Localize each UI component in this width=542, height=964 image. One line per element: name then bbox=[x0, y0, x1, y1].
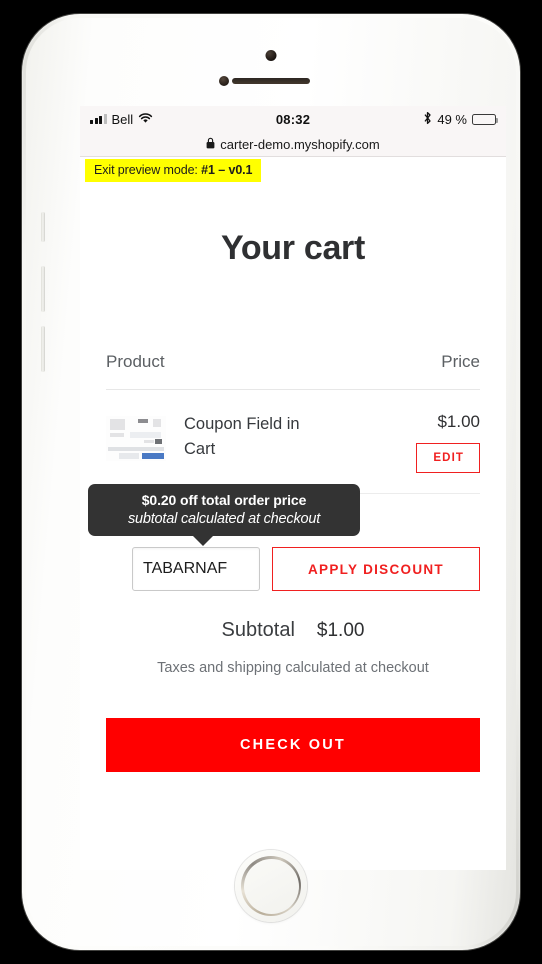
status-bar: Bell 08:32 49 % bbox=[80, 106, 506, 132]
tooltip-line-2: subtotal calculated at checkout bbox=[127, 511, 321, 527]
line-item-right: $1.00 EDIT bbox=[416, 412, 480, 473]
exit-preview-mode-link[interactable]: Exit preview mode: #1 – v0.1 bbox=[85, 159, 262, 182]
discount-code-input[interactable] bbox=[132, 547, 260, 591]
status-bar-right: 49 % bbox=[423, 111, 499, 128]
lock-icon bbox=[206, 137, 215, 152]
column-header-price: Price bbox=[441, 352, 480, 371]
checkout-button[interactable]: CHECK OUT bbox=[106, 718, 480, 772]
subtotal-label: Subtotal bbox=[221, 619, 295, 641]
column-header-product: Product bbox=[106, 352, 165, 371]
tooltip-arrow-icon bbox=[192, 535, 214, 546]
silent-switch[interactable] bbox=[41, 212, 45, 242]
battery-icon bbox=[472, 113, 499, 125]
battery-percent: 49 % bbox=[437, 111, 467, 127]
volume-up-button[interactable] bbox=[41, 266, 45, 312]
tooltip-line-1: $0.20 off total order price bbox=[141, 492, 307, 508]
cart-page: Your cart Product Price Coupon Field in … bbox=[80, 229, 506, 772]
header-divider bbox=[106, 389, 480, 390]
product-thumbnail[interactable] bbox=[106, 416, 166, 461]
phone-screen: Bell 08:32 49 % carter-demo.myshopify.co… bbox=[80, 106, 506, 870]
home-button[interactable] bbox=[235, 850, 307, 922]
front-camera-icon bbox=[265, 50, 277, 61]
browser-url-bar[interactable]: carter-demo.myshopify.com bbox=[80, 132, 506, 157]
earpiece-speaker-icon bbox=[232, 78, 310, 84]
taxes-shipping-note: Taxes and shipping calculated at checkou… bbox=[157, 660, 429, 676]
discount-tooltip: $0.20 off total order price subtotal cal… bbox=[88, 484, 360, 546]
preview-label: Exit preview mode: bbox=[94, 163, 202, 177]
subtotal-row: Subtotal $1.00 bbox=[106, 619, 480, 642]
proximity-sensor-icon bbox=[219, 76, 229, 86]
product-name[interactable]: Coupon Field in Cart bbox=[184, 412, 334, 462]
discount-form: APPLY DISCOUNT bbox=[106, 547, 480, 591]
product-price: $1.00 bbox=[437, 412, 480, 431]
preview-mode-bar: Exit preview mode: #1 – v0.1 bbox=[80, 157, 506, 185]
page-title: Your cart bbox=[220, 229, 366, 267]
apply-discount-button[interactable]: APPLY DISCOUNT bbox=[272, 547, 480, 591]
volume-down-button[interactable] bbox=[41, 326, 45, 372]
subtotal-value: $1.00 bbox=[316, 620, 365, 641]
bluetooth-icon bbox=[423, 111, 432, 128]
cart-line-item: Coupon Field in Cart $1.00 EDIT bbox=[106, 412, 480, 473]
phone-frame: Bell 08:32 49 % carter-demo.myshopify.co… bbox=[22, 14, 520, 950]
home-button-ring bbox=[241, 856, 301, 916]
edit-button[interactable]: EDIT bbox=[416, 443, 480, 473]
home-button-face bbox=[243, 858, 299, 914]
preview-version: #1 – v0.1 bbox=[201, 163, 253, 177]
cart-table-header: Product Price bbox=[106, 352, 480, 372]
url-text: carter-demo.myshopify.com bbox=[220, 136, 380, 152]
